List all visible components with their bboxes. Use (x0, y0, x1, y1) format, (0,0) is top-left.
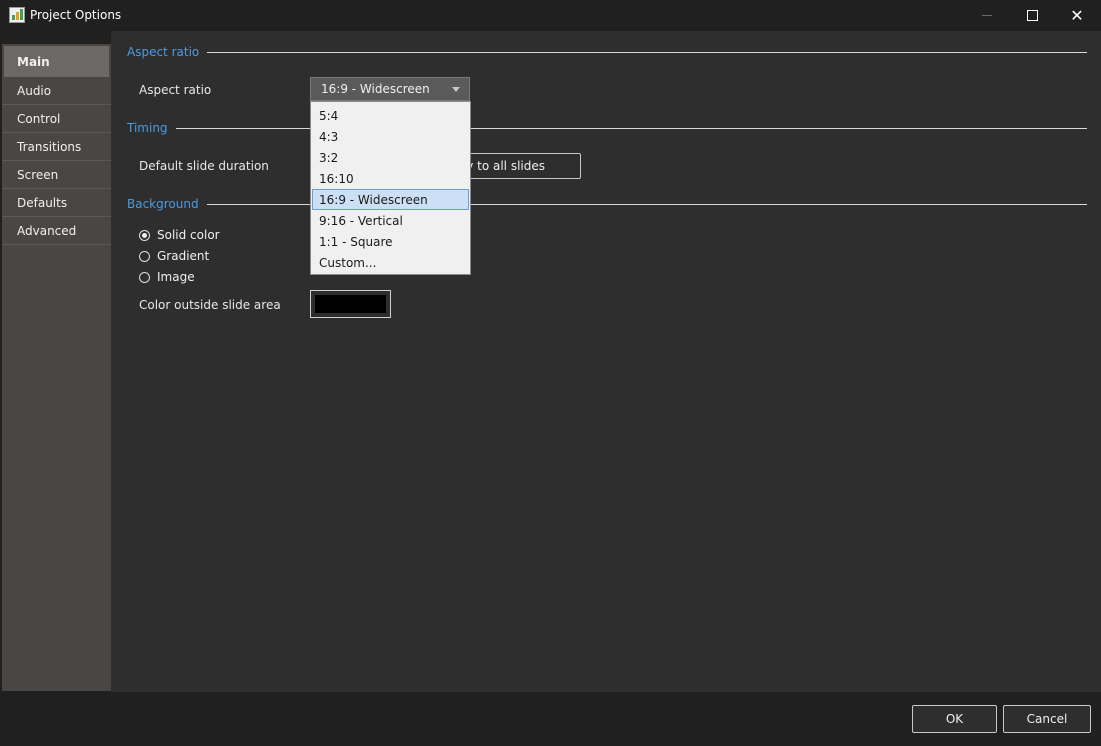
window-title: Project Options (30, 8, 122, 22)
background-section-header: Background (127, 196, 1087, 212)
dropdown-option-9-16-vertical[interactable]: 9:16 - Vertical (311, 210, 470, 231)
radio-label: Solid color (157, 228, 220, 242)
section-title: Aspect ratio (127, 45, 200, 59)
minimize-button[interactable] (964, 0, 1010, 31)
close-button[interactable]: ✕ (1054, 0, 1100, 31)
radio-label: Image (157, 270, 195, 284)
solid-color-radio[interactable]: Solid color (139, 228, 220, 242)
ok-button[interactable]: OK (912, 705, 997, 733)
sidebar-item-defaults[interactable]: Defaults (2, 189, 111, 217)
title-bar: Project Options ✕ (0, 0, 1101, 31)
sidebar-item-label: Audio (17, 83, 52, 98)
color-picker-button[interactable] (310, 290, 391, 318)
radio-unchecked-icon (139, 271, 150, 283)
sidebar-item-screen[interactable]: Screen (2, 161, 111, 189)
sidebar-item-label: Screen (17, 167, 59, 182)
sidebar-item-label: Control (17, 111, 61, 126)
aspect-ratio-section-header: Aspect ratio (127, 44, 1087, 60)
color-swatch-fill (315, 295, 386, 313)
sidebar-item-audio[interactable]: Audio (2, 77, 111, 105)
sidebar-item-label: Main (17, 54, 50, 69)
section-divider (207, 51, 1087, 53)
sidebar: Main Audio Control Transitions Screen De… (2, 44, 111, 691)
maximize-icon (1026, 10, 1038, 21)
sidebar-item-control[interactable]: Control (2, 105, 111, 133)
sidebar-item-label: Transitions (17, 139, 82, 154)
maximize-button[interactable] (1009, 0, 1055, 31)
sidebar-item-advanced[interactable]: Advanced (2, 217, 111, 245)
app-chart-icon (9, 7, 25, 23)
sidebar-item-label: Defaults (17, 195, 68, 210)
minimize-icon (982, 15, 992, 16)
radio-unchecked-icon (139, 250, 150, 262)
section-title: Timing (127, 121, 168, 135)
timing-section-header: Timing (127, 120, 1087, 136)
dropdown-option-custom[interactable]: Custom... (311, 252, 470, 273)
sidebar-item-transitions[interactable]: Transitions (2, 133, 111, 161)
close-icon: ✕ (1070, 5, 1084, 25)
dropdown-option-16-10[interactable]: 16:10 (311, 168, 470, 189)
dropdown-option-16-9-widescreen[interactable]: 16:9 - Widescreen (312, 189, 469, 210)
aspect-ratio-combobox[interactable]: 16:9 - Widescreen (310, 77, 470, 101)
dropdown-option-5-4[interactable]: 5:4 (311, 105, 470, 126)
cancel-button[interactable]: Cancel (1003, 705, 1091, 733)
radio-label: Gradient (157, 249, 210, 263)
aspect-ratio-dropdown-list: 5:4 4:3 3:2 16:10 16:9 - Widescreen 9:16… (310, 101, 471, 275)
sidebar-item-label: Advanced (17, 223, 77, 238)
image-radio[interactable]: Image (139, 270, 195, 284)
aspect-ratio-value: 16:9 - Widescreen (321, 82, 430, 96)
color-outside-slide-area-label: Color outside slide area (139, 298, 281, 312)
main-panel: Aspect ratio Aspect ratio 16:9 - Widescr… (111, 31, 1101, 692)
radio-checked-icon (139, 229, 150, 241)
gradient-radio[interactable]: Gradient (139, 249, 209, 263)
default-slide-duration-label: Default slide duration (139, 159, 269, 173)
dropdown-option-3-2[interactable]: 3:2 (311, 147, 470, 168)
aspect-ratio-label: Aspect ratio (139, 83, 212, 97)
sidebar-item-main[interactable]: Main (4, 46, 109, 77)
dropdown-option-4-3[interactable]: 4:3 (311, 126, 470, 147)
chevron-down-icon (452, 87, 460, 92)
dropdown-option-1-1-square[interactable]: 1:1 - Square (311, 231, 470, 252)
section-title: Background (127, 197, 199, 211)
